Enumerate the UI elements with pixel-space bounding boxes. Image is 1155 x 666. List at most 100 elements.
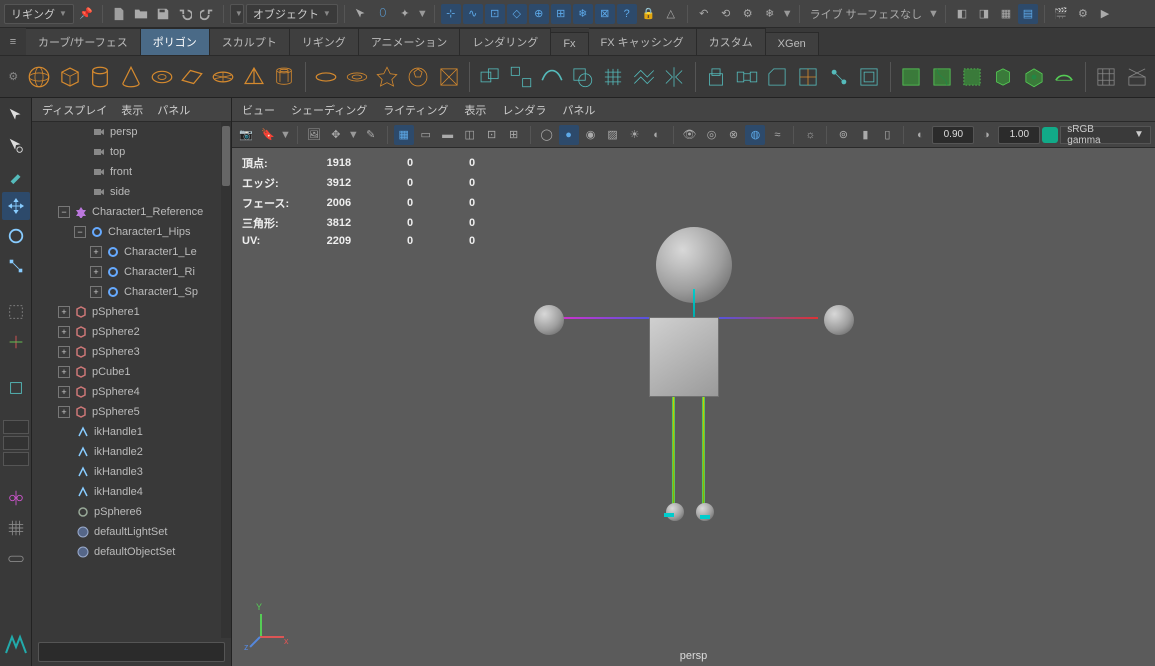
lock-icon[interactable]: 🔒: [639, 4, 659, 24]
grid-tool[interactable]: [2, 514, 30, 542]
layout-3-icon[interactable]: ▦: [996, 4, 1016, 24]
outliner-menu-show[interactable]: 表示: [121, 102, 143, 118]
sym-tool[interactable]: [2, 484, 30, 512]
separate-icon[interactable]: [507, 60, 536, 94]
vp-shaded-icon[interactable]: ●: [559, 125, 579, 145]
axis-x-toggle[interactable]: [3, 420, 29, 434]
shelf-tab-0[interactable]: カーブ/サーフェス: [26, 28, 141, 55]
snap-plane-icon[interactable]: ◇: [507, 4, 527, 24]
poly-cube-icon[interactable]: [55, 60, 84, 94]
vp-res-gate-icon[interactable]: ◫: [460, 125, 480, 145]
expander-icon[interactable]: −: [58, 206, 70, 218]
shelf-tab-1[interactable]: ポリゴン: [141, 28, 210, 55]
snap-grid-icon[interactable]: ⊹: [441, 4, 461, 24]
remesh-icon[interactable]: [629, 60, 658, 94]
vp-2d-pan-icon[interactable]: ✥: [326, 125, 346, 145]
vp-aa-icon[interactable]: ▯: [877, 125, 897, 145]
outliner-item-0[interactable]: +pSphere1: [32, 302, 221, 322]
outliner-scrollbar[interactable]: [221, 122, 231, 638]
bridge-icon[interactable]: [732, 60, 761, 94]
vp-near-clip-value[interactable]: 0.90: [932, 126, 974, 144]
select-tool[interactable]: [2, 102, 30, 130]
outliner-menu-display[interactable]: ディスプレイ: [42, 102, 107, 118]
layout-2-icon[interactable]: ◨: [974, 4, 994, 24]
poly-type-icon[interactable]: [312, 60, 341, 94]
vp-safe-title-icon[interactable]: ⊞: [504, 125, 524, 145]
uv-planar-icon[interactable]: [1122, 60, 1151, 94]
soccer-icon[interactable]: [404, 60, 433, 94]
vp-camera-select-icon[interactable]: 📷: [236, 125, 256, 145]
viewport-3d[interactable]: 頂点:191800エッジ:391200フェース:200600三角形:381200…: [232, 148, 1155, 666]
snap-toggle-icon[interactable]: ⊠: [595, 4, 615, 24]
select-mode-dropdown[interactable]: ▼: [230, 4, 244, 24]
poly-pipe-icon[interactable]: [270, 60, 299, 94]
paint-select-icon[interactable]: ✦: [395, 4, 415, 24]
poly-cylinder-icon[interactable]: [86, 60, 115, 94]
shelf-tab-4[interactable]: アニメーション: [359, 28, 461, 55]
poly-cone-icon[interactable]: [117, 60, 146, 94]
shelf-tab-5[interactable]: レンダリング: [460, 28, 551, 55]
outliner-item-3[interactable]: +pCube1: [32, 362, 221, 382]
outliner-sp[interactable]: +Character1_Sp: [32, 282, 221, 302]
sculpt-5-icon[interactable]: [1019, 60, 1048, 94]
expander-icon[interactable]: +: [58, 406, 70, 418]
snap-tool[interactable]: [2, 374, 30, 402]
snap-view-icon[interactable]: ⊞: [551, 4, 571, 24]
outliner-item-1[interactable]: +pSphere2: [32, 322, 221, 342]
vp-near-clip-icon[interactable]: ◐: [910, 125, 930, 145]
shelf-tab-9[interactable]: XGen: [766, 32, 819, 55]
ipr-icon[interactable]: ▶: [1095, 4, 1115, 24]
vp-colorspace-dropdown[interactable]: sRGB gamma▼: [1060, 126, 1151, 144]
outliner-cam-top[interactable]: top: [32, 142, 221, 162]
expander-icon[interactable]: −: [74, 226, 86, 238]
outliner-hips[interactable]: −Character1_Hips: [32, 222, 221, 242]
layout-1-icon[interactable]: ◧: [952, 4, 972, 24]
vp-far-clip-icon[interactable]: ◑: [976, 125, 996, 145]
pin-icon[interactable]: 📌: [76, 4, 96, 24]
vp-motion-blur-icon[interactable]: ≈: [767, 125, 787, 145]
snap-center-icon[interactable]: ⊕: [529, 4, 549, 24]
vp-isolate-icon[interactable]: 👁: [680, 125, 700, 145]
outliner-item-2[interactable]: +pSphere3: [32, 342, 221, 362]
super-shape-icon[interactable]: [373, 60, 402, 94]
vp-xray-joints-icon[interactable]: ⊗: [723, 125, 743, 145]
expander-icon[interactable]: +: [90, 266, 102, 278]
construction-icon[interactable]: ⚙: [738, 4, 758, 24]
vp-menu-lighting[interactable]: ライティング: [383, 102, 448, 118]
uv-editor-icon[interactable]: [1091, 60, 1120, 94]
outliner-cam-front[interactable]: front: [32, 162, 221, 182]
freeze-icon[interactable]: ❄: [760, 4, 780, 24]
history-off-icon[interactable]: ⟲: [716, 4, 736, 24]
shelf-tab-3[interactable]: リギング: [290, 28, 359, 55]
outliner-item-11[interactable]: defaultLightSet: [32, 522, 221, 542]
layout-4-icon[interactable]: ▤: [1018, 4, 1038, 24]
snap-curve-icon[interactable]: ∿: [463, 4, 483, 24]
vp-wire-shaded-icon[interactable]: ◉: [581, 125, 601, 145]
poly-plane-icon[interactable]: [178, 60, 207, 94]
vp-bookmark-icon[interactable]: 🔖: [258, 125, 278, 145]
vp-xray-icon[interactable]: ◎: [702, 125, 722, 145]
poly-pyramid-icon[interactable]: [239, 60, 268, 94]
vp-far-clip-value[interactable]: 1.00: [998, 126, 1040, 144]
show-manip-tool[interactable]: [2, 328, 30, 356]
outliner-menu-panel[interactable]: パネル: [157, 102, 190, 118]
open-icon[interactable]: [131, 4, 151, 24]
sculpt-2-icon[interactable]: [927, 60, 956, 94]
target-weld-icon[interactable]: [824, 60, 853, 94]
outliner-item-8[interactable]: ikHandle3: [32, 462, 221, 482]
vp-wireframe-icon[interactable]: ◯: [537, 125, 557, 145]
extrude-icon[interactable]: [702, 60, 731, 94]
expander-icon[interactable]: +: [58, 346, 70, 358]
expander-icon[interactable]: +: [58, 386, 70, 398]
vp-menu-shading[interactable]: シェーディング: [291, 102, 367, 118]
vp-dof-icon[interactable]: ⊚: [833, 125, 853, 145]
move-tool[interactable]: [2, 192, 30, 220]
vp-grease-icon[interactable]: ✎: [361, 125, 381, 145]
vp-film-gate-icon[interactable]: ▭: [416, 125, 436, 145]
vp-ssao-icon[interactable]: ▮: [855, 125, 875, 145]
shelf-gear-icon[interactable]: ⚙: [4, 70, 23, 83]
vp-color-mgmt-toggle[interactable]: [1042, 127, 1058, 143]
expander-icon[interactable]: +: [58, 306, 70, 318]
scale-tool[interactable]: [2, 252, 30, 280]
save-icon[interactable]: [153, 4, 173, 24]
